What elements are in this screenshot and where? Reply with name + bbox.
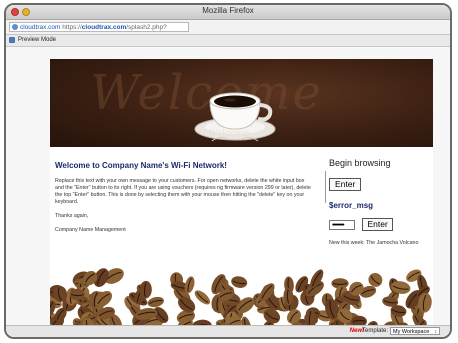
- begin-browsing-label: Begin browsing: [329, 158, 391, 168]
- window-title: Mozilla Firefox: [202, 6, 254, 15]
- status-bar: New! Template: My Workspace ↕: [6, 325, 450, 337]
- welcome-banner: Welcome Welcome: [50, 59, 433, 147]
- error-message: $error_msg: [329, 201, 374, 210]
- coffee-bean: [147, 296, 164, 308]
- splash-page: Welcome Welcome Welcome to Company Name'…: [50, 59, 433, 327]
- title-bar: Mozilla Firefox: [6, 5, 450, 20]
- url-prefix: https://: [62, 24, 82, 31]
- voucher-password-input[interactable]: ••••••••: [329, 219, 355, 230]
- preview-mode-icon: [9, 37, 15, 43]
- enter-button[interactable]: Enter: [329, 178, 362, 191]
- signature-paragraph: Company Name Management: [55, 227, 126, 233]
- voucher-enter-button[interactable]: Enter: [362, 218, 393, 232]
- coffee-bean: [231, 276, 248, 288]
- template-label: Template:: [361, 328, 388, 334]
- browser-window: Mozilla Firefox cloudtrax.com https://cl…: [4, 3, 452, 339]
- url-host: cloudtrax.com: [20, 24, 61, 31]
- select-arrows-icon: ↕: [434, 329, 438, 335]
- message-column: Welcome to Company Name's Wi-Fi Network!…: [55, 161, 312, 241]
- new-this-week-text: New this week: The Jamocha Volcano: [329, 240, 419, 246]
- preview-mode-label[interactable]: Preview Mode: [18, 35, 56, 46]
- url-path: /splash2.php?: [126, 24, 167, 31]
- login-sidebar: Begin browsing Enter $error_msg ••••••••…: [325, 158, 433, 247]
- welcome-heading: Welcome to Company Name's Wi-Fi Network!: [55, 161, 227, 170]
- url-input[interactable]: cloudtrax.com https://cloudtrax.com/spla…: [9, 22, 189, 32]
- sidebar-divider: [325, 171, 326, 203]
- template-select-value: My Workspace: [393, 329, 430, 335]
- page-viewport: Welcome Welcome Welcome to Company Name'…: [6, 47, 450, 329]
- instructions-paragraph: Replace this text with your own message …: [55, 178, 311, 205]
- coffee-bean: [194, 290, 211, 305]
- thanks-paragraph: Thanks again,: [55, 213, 89, 219]
- template-select[interactable]: My Workspace ↕: [390, 327, 440, 335]
- globe-icon: [12, 24, 18, 30]
- banner-welcome-script: Welcome: [208, 129, 250, 139]
- coffee-beans-footer-image: [50, 267, 433, 327]
- address-bar-row: cloudtrax.com https://cloudtrax.com/spla…: [6, 20, 450, 35]
- url-host-bold: cloudtrax.com: [81, 24, 127, 31]
- preview-toolbar: Preview Mode: [6, 35, 450, 47]
